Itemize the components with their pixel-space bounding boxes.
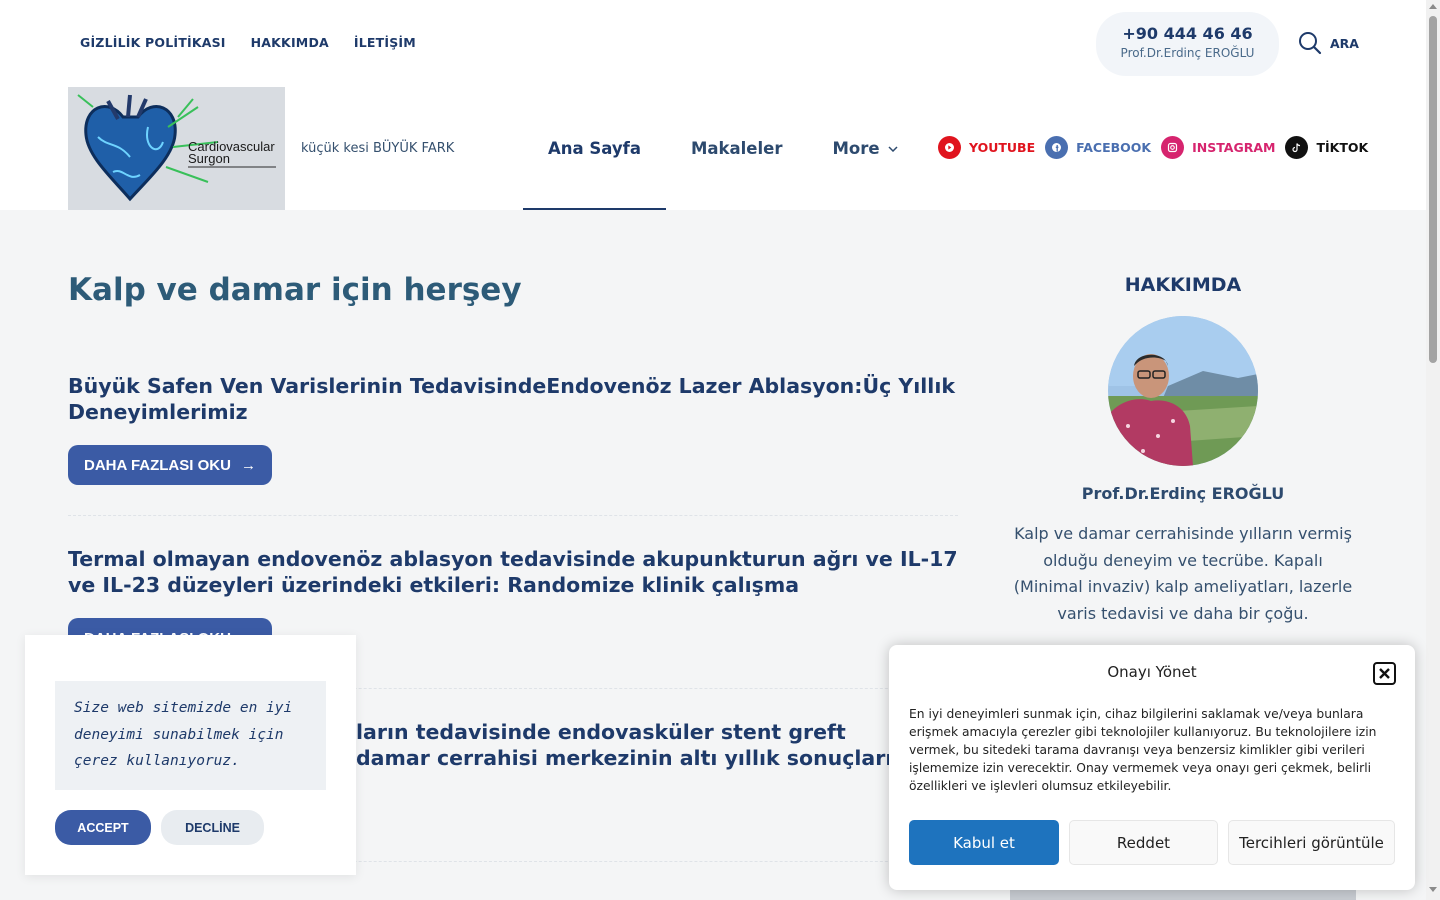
instagram-icon	[1161, 136, 1185, 159]
nav-articles[interactable]: Makaleler	[666, 87, 808, 210]
chevron-down-icon	[888, 145, 898, 152]
search-button[interactable]: ARA	[1298, 31, 1359, 55]
social-instagram-label: INSTAGRAM	[1192, 140, 1276, 155]
social-tiktok[interactable]: TİKTOK	[1285, 136, 1368, 159]
read-more-label: DAHA FAZLASI OKU	[84, 456, 231, 474]
youtube-icon	[938, 136, 961, 159]
link-about[interactable]: HAKKIMDA	[251, 35, 329, 50]
consent-title: Onayı Yönet	[1107, 663, 1197, 681]
nav-more-label: More	[832, 139, 880, 158]
link-contact[interactable]: İLETİŞİM	[354, 35, 416, 50]
social-instagram[interactable]: INSTAGRAM	[1161, 136, 1275, 159]
social-links: YOUTUBE FACEBOOK INSTAGRAM TİKTOK	[938, 136, 1368, 159]
scroll-down-icon[interactable]	[1429, 887, 1437, 892]
nav-articles-label: Makaleler	[690, 139, 783, 158]
sidebar-bio: Kalp ve damar cerrahisinde yılların verm…	[1013, 524, 1353, 623]
post-title-partial-2[interactable]: damar cerrahisi merkezinin altı yıllık s…	[356, 745, 956, 771]
social-tiktok-label: TİKTOK	[1316, 140, 1369, 155]
cookie-decline-button[interactable]: DECLİNE	[161, 810, 264, 845]
scroll-up-icon[interactable]	[1429, 4, 1437, 9]
phone-contact[interactable]: +90 444 46 46 Prof.Dr.Erdinç EROĞLU	[1096, 12, 1279, 76]
site-tagline: küçük kesi BÜYÜK FARK	[301, 141, 455, 156]
consent-text: En iyi deneyimleri sunmak için, cihaz bi…	[909, 707, 1377, 793]
consent-preferences-button[interactable]: Tercihleri görüntüle	[1228, 820, 1395, 865]
svg-text:Surgon: Surgon	[188, 151, 230, 166]
arrow-right-icon: →	[240, 456, 256, 474]
post-title-partial-1[interactable]: ların tedavisinde endovasküler stent gre…	[356, 719, 956, 745]
facebook-icon	[1045, 136, 1069, 159]
post-item: Büyük Safen Ven Varislerinin Tedavisinde…	[68, 373, 958, 485]
consent-accept-button[interactable]: Kabul et	[909, 820, 1059, 865]
phone-name: Prof.Dr.Erdinç EROĞLU	[1120, 46, 1255, 60]
social-facebook[interactable]: FACEBOOK	[1045, 136, 1151, 159]
cookie-accept-button[interactable]: ACCEPT	[55, 810, 151, 845]
post-title[interactable]: Büyük Safen Ven Varislerinin Tedavisinde…	[68, 373, 958, 425]
social-youtube[interactable]: YOUTUBE	[938, 136, 1035, 159]
close-icon[interactable]	[1373, 662, 1396, 685]
page-title: Kalp ve damar için herşey	[68, 272, 522, 308]
nav-home-label: Ana Sayfa	[548, 139, 641, 158]
consent-deny-button[interactable]: Reddet	[1069, 820, 1218, 865]
nav-more[interactable]: More	[807, 87, 922, 210]
main-nav: Ana Sayfa Makaleler More	[523, 87, 923, 210]
read-more-button[interactable]: DAHA FAZLASI OKU →	[68, 445, 272, 485]
page-scrollbar[interactable]	[1426, 0, 1440, 900]
search-label: ARA	[1330, 35, 1359, 51]
top-links: GİZLİLİK POLİTİKASI HAKKIMDA İLETİŞİM	[80, 35, 416, 50]
consent-dialog: Onayı Yönet En iyi deneyimleri sunmak iç…	[889, 645, 1415, 890]
cookie-notice: Size web sitemizde en iyi deneyimi sunab…	[25, 635, 356, 875]
post-title[interactable]: Termal olmayan endovenöz ablasyon tedavi…	[68, 546, 958, 598]
link-privacy[interactable]: GİZLİLİK POLİTİKASI	[80, 35, 226, 50]
post-item: ların tedavisinde endovasküler stent gre…	[356, 719, 956, 771]
tiktok-icon	[1285, 136, 1309, 159]
social-youtube-label: YOUTUBE	[969, 140, 1036, 155]
phone-number: +90 444 46 46	[1122, 24, 1253, 43]
site-header: GİZLİLİK POLİTİKASI HAKKIMDA İLETİŞİM +9…	[0, 0, 1426, 210]
sidebar-heading: HAKKIMDA	[1124, 274, 1242, 296]
heart-logo: Cardiovascular Surgon	[68, 87, 285, 210]
post-divider	[68, 515, 958, 516]
cookie-message: Size web sitemizde en iyi deneyimi sunab…	[55, 681, 326, 790]
social-facebook-label: FACEBOOK	[1076, 140, 1152, 155]
scroll-thumb[interactable]	[1429, 16, 1437, 363]
search-icon	[1299, 32, 1322, 55]
site-logo[interactable]: Cardiovascular Surgon	[68, 87, 285, 210]
sidebar-name: Prof.Dr.Erdinç EROĞLU	[1081, 484, 1285, 503]
avatar	[1108, 316, 1258, 466]
nav-home[interactable]: Ana Sayfa	[523, 87, 666, 210]
